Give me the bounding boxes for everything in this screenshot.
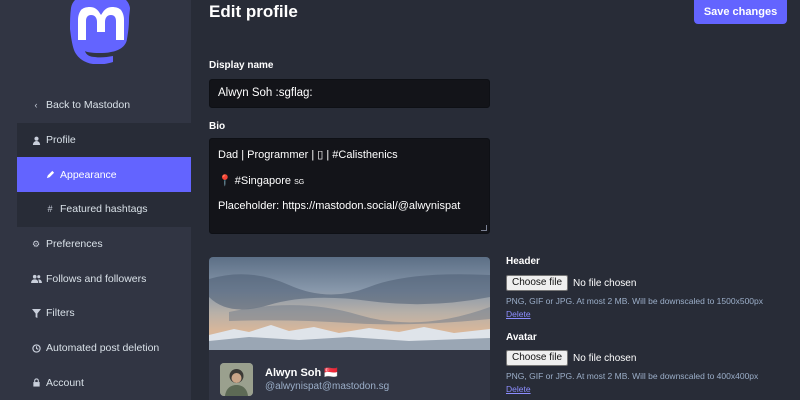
avatar-label: Avatar xyxy=(506,332,537,343)
pencil-icon xyxy=(43,170,57,179)
user-icon xyxy=(29,136,43,145)
bio-line: 📍 #Singapore SG xyxy=(218,174,481,200)
avatar-delete-link[interactable]: Delete xyxy=(506,384,531,394)
sidebar-nav: ‹ Back to Mastodon Profile Appearance # … xyxy=(17,88,191,400)
avatar-file-status: No file chosen xyxy=(573,352,637,364)
header-banner-image xyxy=(209,257,490,350)
sidebar-item-follows[interactable]: Follows and followers xyxy=(17,261,191,296)
bio-label: Bio xyxy=(209,121,226,132)
avatar xyxy=(220,363,253,396)
sidebar-item-account[interactable]: Account xyxy=(17,366,191,400)
sidebar-item-label: Profile xyxy=(46,134,76,147)
mastodon-logo-icon[interactable] xyxy=(68,0,140,64)
sidebar-item-back[interactable]: ‹ Back to Mastodon xyxy=(17,88,191,123)
lock-icon xyxy=(29,378,43,387)
filter-icon xyxy=(29,308,43,318)
header-hint: PNG, GIF or JPG. At most 2 MB. Will be d… xyxy=(506,296,763,306)
header-label: Header xyxy=(506,256,540,267)
preview-handle: @alwynispat@mastodon.sg xyxy=(265,381,390,392)
preview-display-name: Alwyn Soh 🇸🇬 xyxy=(265,367,338,379)
preview-footer: Alwyn Soh 🇸🇬 @alwynispat@mastodon.sg xyxy=(209,350,490,400)
sidebar-item-label: Account xyxy=(46,376,84,389)
pin-icon: 📍 xyxy=(218,175,232,187)
bio-flag-text: SG xyxy=(294,179,305,186)
header-delete-link[interactable]: Delete xyxy=(506,309,531,319)
display-name-label: Display name xyxy=(209,60,274,71)
avatar-file-input[interactable]: Choose file No file chosen xyxy=(506,350,636,366)
history-icon xyxy=(29,343,43,353)
hashtag-icon: # xyxy=(47,204,53,215)
sidebar-item-label: Filters xyxy=(46,307,75,320)
display-name-input[interactable]: Alwyn Soh :sgflag: xyxy=(209,79,490,108)
bio-textarea[interactable]: Dad | Programmer | ▯ | #Calisthenics 📍 #… xyxy=(209,138,490,234)
sidebar-item-filters[interactable]: Filters xyxy=(17,296,191,331)
sidebar-item-label: Appearance xyxy=(60,168,117,181)
sidebar-item-label: Automated post deletion xyxy=(46,342,160,355)
sidebar-item-preferences[interactable]: ⚙ Preferences xyxy=(17,227,191,262)
chevron-left-icon: ‹ xyxy=(34,100,38,111)
sidebar-item-label: Featured hashtags xyxy=(60,203,148,216)
header-choose-file-button[interactable]: Choose file xyxy=(506,275,569,291)
bio-hashtag: #Singapore xyxy=(234,175,292,187)
sidebar-item-profile[interactable]: Profile xyxy=(17,122,191,158)
sidebar-item-label: Follows and followers xyxy=(46,272,147,285)
sidebar-item-appearance[interactable]: Appearance xyxy=(17,157,191,193)
avatar-hint: PNG, GIF or JPG. At most 2 MB. Will be d… xyxy=(506,371,759,381)
page-title: Edit profile xyxy=(209,2,298,21)
avatar-choose-file-button[interactable]: Choose file xyxy=(506,350,569,366)
resize-handle[interactable] xyxy=(481,225,487,231)
bio-line: Dad | Programmer | ▯ | #Calisthenics xyxy=(218,149,398,161)
users-icon xyxy=(29,274,43,284)
header-file-input[interactable]: Choose file No file chosen xyxy=(506,275,636,291)
sidebar-item-label: Back to Mastodon xyxy=(46,99,131,112)
bio-line: Placeholder: https://mastodon.social/@al… xyxy=(218,200,461,212)
sidebar-item-automated-deletion[interactable]: Automated post deletion xyxy=(17,331,191,366)
save-changes-button[interactable]: Save changes xyxy=(694,0,787,24)
sidebar-item-label: Preferences xyxy=(46,238,103,251)
profile-preview-card: Alwyn Soh 🇸🇬 @alwynispat@mastodon.sg xyxy=(209,257,490,400)
header-file-status: No file chosen xyxy=(573,277,637,289)
sidebar-item-featured-hashtags[interactable]: # Featured hashtags xyxy=(17,192,191,227)
cog-icon: ⚙ xyxy=(31,238,41,249)
